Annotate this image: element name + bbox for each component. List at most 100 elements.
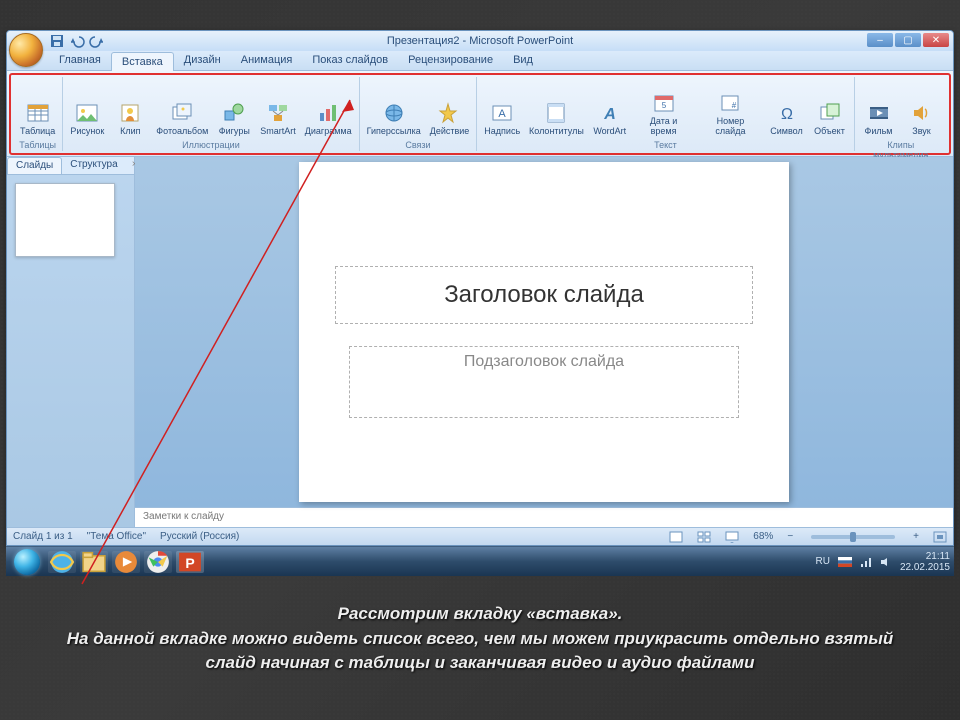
ribbon-headerfooter-button[interactable]: Колонтитулы — [526, 77, 587, 139]
ribbon-album-button[interactable]: Фотоальбом — [153, 77, 211, 139]
action-icon — [438, 101, 462, 125]
system-tray: RU 21:11 22.02.2015 — [815, 551, 950, 573]
ribbon-symbol-button[interactable]: Ω Символ — [767, 77, 807, 139]
ribbon-group-label: Текст — [481, 139, 849, 151]
tray-volume-icon[interactable] — [880, 556, 892, 568]
ribbon-movie-button[interactable]: Фильм — [859, 77, 899, 139]
ribbon-group-label: Связи — [364, 139, 473, 151]
tab-slideshow[interactable]: Показ слайдов — [302, 51, 398, 70]
quick-access-toolbar — [49, 33, 105, 49]
zoom-out-button[interactable]: − — [787, 531, 793, 542]
maximize-button[interactable]: ▢ — [895, 33, 921, 47]
tab-view[interactable]: Вид — [503, 51, 543, 70]
taskbar-chrome-icon[interactable] — [144, 551, 172, 573]
ribbon-label: Дата и время — [636, 117, 692, 137]
svg-text:P: P — [185, 555, 194, 571]
ribbon-table-button[interactable]: Таблица — [17, 77, 58, 139]
status-lang: Русский (Россия) — [160, 531, 239, 542]
tab-home[interactable]: Главная — [49, 51, 111, 70]
ribbon-shapes-button[interactable]: Фигуры — [214, 77, 254, 139]
ribbon-label: Звук — [912, 127, 930, 137]
tab-review[interactable]: Рецензирование — [398, 51, 503, 70]
office-button[interactable] — [9, 33, 43, 67]
ribbon-group-media: Фильм Звук Клипы мультимедиа — [855, 77, 948, 151]
zoom-in-button[interactable]: + — [913, 531, 919, 542]
qat-save-icon[interactable] — [49, 33, 65, 49]
slide-thumbnail[interactable] — [15, 183, 115, 257]
headerfooter-icon — [544, 101, 568, 125]
svg-text:5: 5 — [661, 101, 666, 110]
smartart-icon — [266, 101, 290, 125]
zoom-slider[interactable] — [811, 535, 895, 539]
tray-network-icon[interactable] — [860, 556, 872, 568]
sound-icon — [910, 101, 934, 125]
slidenum-icon: # — [718, 91, 742, 115]
taskbar-explorer-icon[interactable] — [80, 551, 108, 573]
panel-tab-slides[interactable]: Слайды — [7, 157, 62, 174]
slides-panel: Слайды Структура × — [7, 157, 135, 527]
ribbon-label: Номер слайда — [700, 117, 760, 137]
caption-line2: На данной вкладке можно видеть список вс… — [50, 627, 910, 676]
clip-icon — [118, 101, 142, 125]
tab-design[interactable]: Дизайн — [174, 51, 231, 70]
textbox-icon: A — [490, 101, 514, 125]
window-title: Презентация2 - Microsoft PowerPoint — [387, 35, 573, 47]
ribbon-label: Действие — [430, 127, 470, 137]
ribbon-label: Клип — [120, 127, 140, 137]
svg-text:Ω: Ω — [781, 106, 793, 123]
tray-flag-icon[interactable] — [838, 557, 852, 567]
ribbon-chart-button[interactable]: Диаграмма — [302, 77, 355, 139]
svg-text:#: # — [732, 101, 737, 110]
zoom-percent[interactable]: 68% — [753, 531, 773, 542]
ribbon-slidenum-button[interactable]: # Номер слайда — [697, 77, 763, 139]
status-slide: Слайд 1 из 1 — [13, 531, 73, 542]
ribbon-smartart-button[interactable]: SmartArt — [257, 77, 299, 139]
ribbon-clip-button[interactable]: Клип — [110, 77, 150, 139]
ribbon-sound-button[interactable]: Звук — [902, 77, 942, 139]
tray-lang[interactable]: RU — [815, 556, 829, 567]
ribbon-label: Фильм — [865, 127, 893, 137]
view-slideshow-icon[interactable] — [725, 531, 739, 543]
ribbon-tabs: Главная Вставка Дизайн Анимация Показ сл… — [7, 51, 953, 71]
ribbon-group-tables: Таблица Таблицы — [13, 77, 63, 151]
taskbar-ie-icon[interactable] — [48, 551, 76, 573]
tab-animation[interactable]: Анимация — [231, 51, 303, 70]
minimize-button[interactable]: – — [867, 33, 893, 47]
ribbon-label: Колонтитулы — [529, 127, 584, 137]
ribbon-label: SmartArt — [260, 127, 296, 137]
slide-editor-area[interactable]: Заголовок слайда Подзаголовок слайда — [135, 157, 953, 507]
start-button[interactable] — [10, 547, 44, 577]
fit-button[interactable] — [933, 531, 947, 543]
close-button[interactable]: ✕ — [923, 33, 949, 47]
taskbar-mediaplayer-icon[interactable] — [112, 551, 140, 573]
title-placeholder[interactable]: Заголовок слайда — [335, 266, 753, 324]
ribbon-label: Гиперссылка — [367, 127, 421, 137]
powerpoint-window: Презентация2 - Microsoft PowerPoint – ▢ … — [6, 30, 954, 546]
panel-tab-outline[interactable]: Структура — [62, 157, 125, 174]
ribbon-label: Фотоальбом — [156, 127, 208, 137]
subtitle-placeholder[interactable]: Подзаголовок слайда — [349, 346, 739, 418]
shapes-icon — [222, 101, 246, 125]
ribbon-hyperlink-button[interactable]: Гиперссылка — [364, 77, 424, 139]
ribbon-group-text: A Надпись Колонтитулы A WordArt 5 — [477, 77, 854, 151]
ribbon-picture-button[interactable]: Рисунок — [67, 77, 107, 139]
qat-undo-icon[interactable] — [69, 33, 85, 49]
status-bar: Слайд 1 из 1 "Тема Office" Русский (Росс… — [7, 527, 953, 545]
qat-redo-icon[interactable] — [89, 33, 105, 49]
taskbar-powerpoint-icon[interactable]: P — [176, 551, 204, 573]
ribbon-label: Рисунок — [70, 127, 104, 137]
hyperlink-icon — [382, 101, 406, 125]
ribbon-group-links: Гиперссылка Действие Связи — [360, 77, 478, 151]
ribbon-datetime-button[interactable]: 5 Дата и время — [633, 77, 695, 139]
notes-pane[interactable]: Заметки к слайду — [135, 507, 953, 527]
ribbon-action-button[interactable]: Действие — [427, 77, 473, 139]
ribbon-textbox-button[interactable]: A Надпись — [481, 77, 523, 139]
tab-insert[interactable]: Вставка — [111, 52, 174, 71]
view-sorter-icon[interactable] — [697, 531, 711, 543]
chart-icon — [316, 101, 340, 125]
tray-time[interactable]: 21:11 — [900, 551, 950, 562]
ribbon-object-button[interactable]: Объект — [810, 77, 850, 139]
view-normal-icon[interactable] — [669, 531, 683, 543]
ribbon-wordart-button[interactable]: A WordArt — [590, 77, 630, 139]
tray-date[interactable]: 22.02.2015 — [900, 562, 950, 573]
